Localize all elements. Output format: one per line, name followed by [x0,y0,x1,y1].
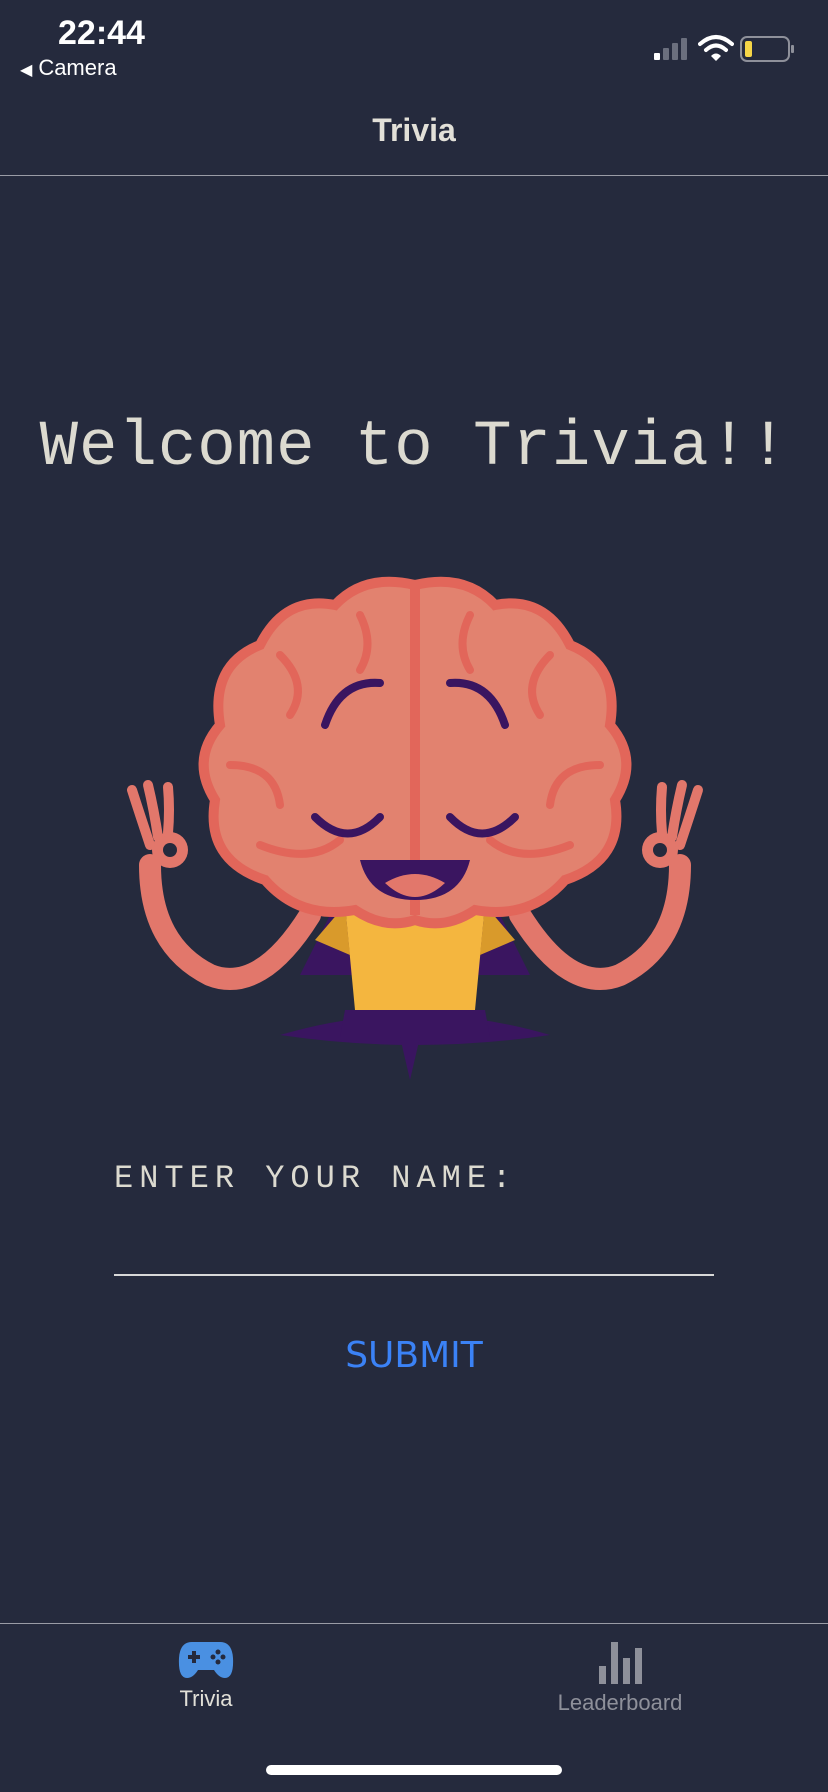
wifi-icon [698,35,734,61]
status-bar: 22:44 ◀ Camera [0,0,828,90]
name-field-label: ENTER YOUR NAME: [114,1160,518,1197]
tab-leaderboard-label: Leaderboard [557,1690,683,1715]
gamepad-icon [178,1642,234,1678]
bar-chart-icon [599,1642,642,1684]
back-arrow-icon: ◀ [20,62,33,79]
tab-trivia[interactable]: Trivia [76,1624,336,1734]
signal-icon [654,38,687,60]
home-indicator[interactable] [266,1765,562,1775]
back-app-label: Camera [38,55,117,80]
nav-bar: Trivia [0,90,828,176]
submit-button[interactable]: SUBMIT [0,1334,828,1377]
tab-trivia-label: Trivia [179,1686,233,1711]
name-input[interactable] [114,1218,714,1276]
back-to-camera-link[interactable]: ◀ Camera [20,55,117,81]
battery-low-icon [740,36,794,62]
status-time: 22:44 [58,14,145,52]
brain-mascot-illustration [127,576,703,1080]
welcome-heading: Welcome to Trivia!! [39,412,789,484]
tab-leaderboard[interactable]: Leaderboard [490,1624,750,1734]
page-title: Trivia [372,112,456,148]
